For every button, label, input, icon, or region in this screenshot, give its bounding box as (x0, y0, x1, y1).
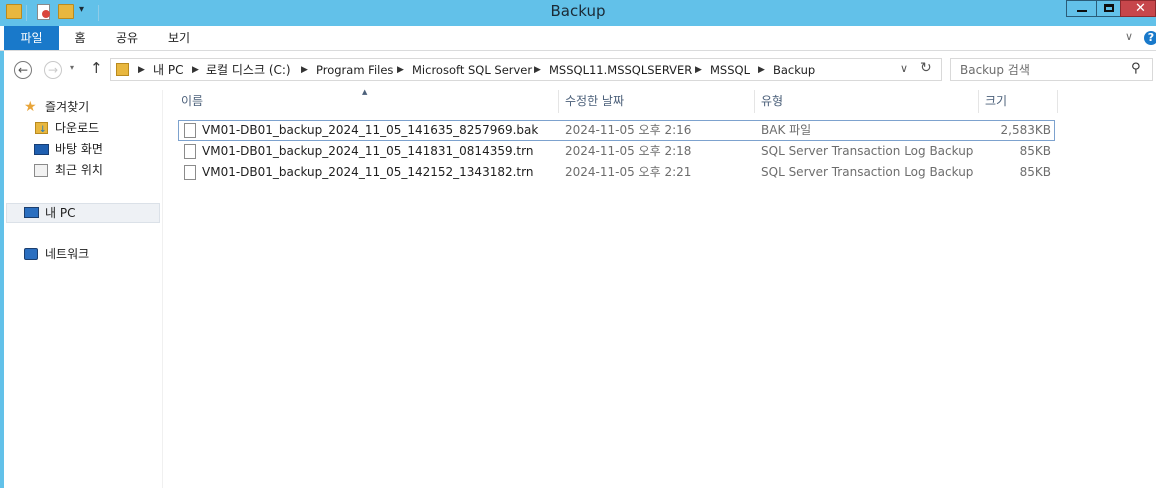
column-header-type[interactable]: 유형 (761, 90, 783, 113)
column-header-size[interactable]: 크기 (985, 90, 1007, 113)
column-header-date[interactable]: 수정한 날짜 (565, 90, 624, 113)
desktop-icon (34, 144, 49, 155)
window-title: Backup (550, 2, 606, 20)
file-type: SQL Server Transaction Log Backup (761, 165, 974, 179)
up-button[interactable]: ↑ (90, 59, 103, 77)
file-date: 2024-11-05 오후 2:21 (565, 165, 692, 179)
file-size: 2,583KB (1000, 123, 1051, 137)
breadcrumb-sql-server[interactable]: Microsoft SQL Server (412, 61, 532, 79)
address-history-icon[interactable]: ∨ (900, 62, 908, 75)
folder-icon (116, 63, 129, 76)
refresh-icon[interactable]: ↻ (920, 60, 932, 76)
recent-locations-icon[interactable]: ▾ (70, 63, 74, 72)
file-size: 85KB (1019, 165, 1051, 179)
network-icon (24, 248, 38, 260)
breadcrumb-backup[interactable]: Backup (773, 61, 815, 79)
breadcrumb-separator-icon[interactable]: ▶ (758, 61, 765, 79)
close-icon: ✕ (1135, 1, 1146, 16)
search-input[interactable]: Backup 검색 (960, 61, 1030, 79)
file-name[interactable]: VM01-DB01_backup_2024_11_05_141831_08143… (202, 141, 533, 162)
nav-network[interactable]: 네트워크 (45, 244, 89, 264)
search-icon[interactable]: ⚲ (1131, 61, 1141, 76)
forward-button[interactable]: → (44, 61, 62, 79)
nav-desktop[interactable]: 바탕 화면 (55, 139, 103, 159)
nav-recent[interactable]: 최근 위치 (55, 160, 103, 180)
tab-home[interactable]: 홈 (64, 26, 96, 50)
breadcrumb-instance[interactable]: MSSQL11.MSSQLSERVER (549, 61, 692, 79)
expand-ribbon-icon[interactable]: ∨ (1125, 30, 1133, 43)
file-type: SQL Server Transaction Log Backup (761, 144, 974, 158)
column-divider[interactable] (978, 90, 979, 113)
breadcrumb-separator-icon[interactable]: ▶ (534, 61, 541, 79)
computer-icon (24, 207, 39, 218)
breadcrumb-mssql[interactable]: MSSQL (710, 61, 750, 79)
column-divider[interactable] (754, 90, 755, 113)
breadcrumb-separator-icon[interactable]: ▶ (301, 61, 308, 79)
column-divider[interactable] (1057, 90, 1058, 113)
breadcrumb-separator-icon[interactable]: ▶ (397, 61, 404, 79)
breadcrumb-program-files[interactable]: Program Files (316, 61, 393, 79)
tab-file[interactable]: 파일 (4, 26, 59, 50)
help-icon[interactable]: ? (1144, 31, 1156, 45)
tab-share[interactable]: 공유 (110, 26, 144, 50)
nav-pane-divider (162, 90, 163, 488)
breadcrumb-separator-icon[interactable]: ▶ (138, 61, 145, 79)
downloads-folder-icon: ↓ (35, 122, 48, 135)
recent-places-icon (34, 164, 48, 177)
file-icon (184, 165, 196, 180)
minimize-button[interactable] (1066, 0, 1097, 17)
back-button[interactable]: ← (14, 61, 32, 79)
file-type: BAK 파일 (761, 123, 812, 137)
file-icon (184, 144, 196, 159)
maximize-button[interactable] (1096, 0, 1121, 17)
breadcrumb-local-disk[interactable]: 로컬 디스크 (C:) (206, 61, 291, 79)
nav-downloads[interactable]: 다운로드 (55, 118, 99, 138)
file-name[interactable]: VM01-DB01_backup_2024_11_05_141635_82579… (202, 120, 538, 141)
file-name[interactable]: VM01-DB01_backup_2024_11_05_142152_13431… (202, 162, 533, 183)
file-date: 2024-11-05 오후 2:18 (565, 144, 692, 158)
star-icon: ★ (24, 99, 37, 115)
breadcrumb-separator-icon[interactable]: ▶ (192, 61, 199, 79)
sort-ascending-icon: ▲ (362, 88, 368, 96)
nav-favorites[interactable]: 즐겨찾기 (45, 97, 89, 117)
file-date: 2024-11-05 오후 2:16 (565, 123, 692, 137)
file-size: 85KB (1019, 144, 1051, 158)
breadcrumb-pc[interactable]: 내 PC (153, 61, 183, 79)
close-button[interactable]: ✕ (1120, 0, 1156, 17)
column-header-name[interactable]: 이름 (181, 90, 203, 113)
breadcrumb-separator-icon[interactable]: ▶ (695, 61, 702, 79)
nav-pc[interactable]: 내 PC (45, 203, 75, 223)
column-divider[interactable] (558, 90, 559, 113)
window-border (0, 0, 4, 488)
tab-view[interactable]: 보기 (162, 26, 196, 50)
file-icon (184, 123, 196, 138)
